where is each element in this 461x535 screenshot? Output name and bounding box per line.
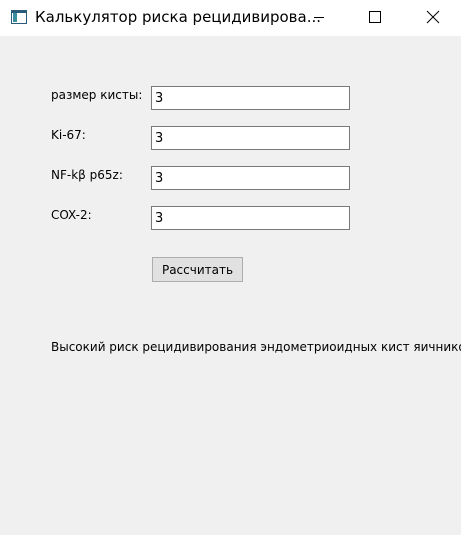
nfkb-label: NF-kβ p65z: bbox=[51, 168, 123, 182]
minimize-icon bbox=[314, 17, 324, 18]
title-bar[interactable]: Калькулятор риска рецидивирова... bbox=[0, 0, 461, 36]
window-title: Калькулятор риска рецидивирова... bbox=[35, 8, 322, 26]
ki67-label: Ki-67: bbox=[51, 128, 86, 142]
cox2-label: COX-2: bbox=[51, 208, 92, 222]
cox2-input[interactable] bbox=[151, 206, 350, 230]
app-window: Калькулятор риска рецидивирова... размер… bbox=[0, 0, 461, 535]
cyst-size-input[interactable] bbox=[151, 86, 350, 110]
ki67-input[interactable] bbox=[151, 126, 350, 150]
nfkb-input[interactable] bbox=[151, 166, 350, 190]
app-window-icon bbox=[11, 10, 27, 24]
calculate-button[interactable]: Рассчитать bbox=[152, 257, 243, 282]
close-button[interactable] bbox=[410, 0, 456, 34]
maximize-button[interactable] bbox=[352, 0, 398, 34]
maximize-icon bbox=[369, 11, 381, 23]
result-text: Высокий риск рецидивирования эндометриои… bbox=[51, 340, 461, 354]
cyst-size-label: размер кисты: bbox=[51, 88, 143, 102]
minimize-button[interactable] bbox=[296, 0, 342, 34]
close-icon bbox=[426, 10, 440, 24]
